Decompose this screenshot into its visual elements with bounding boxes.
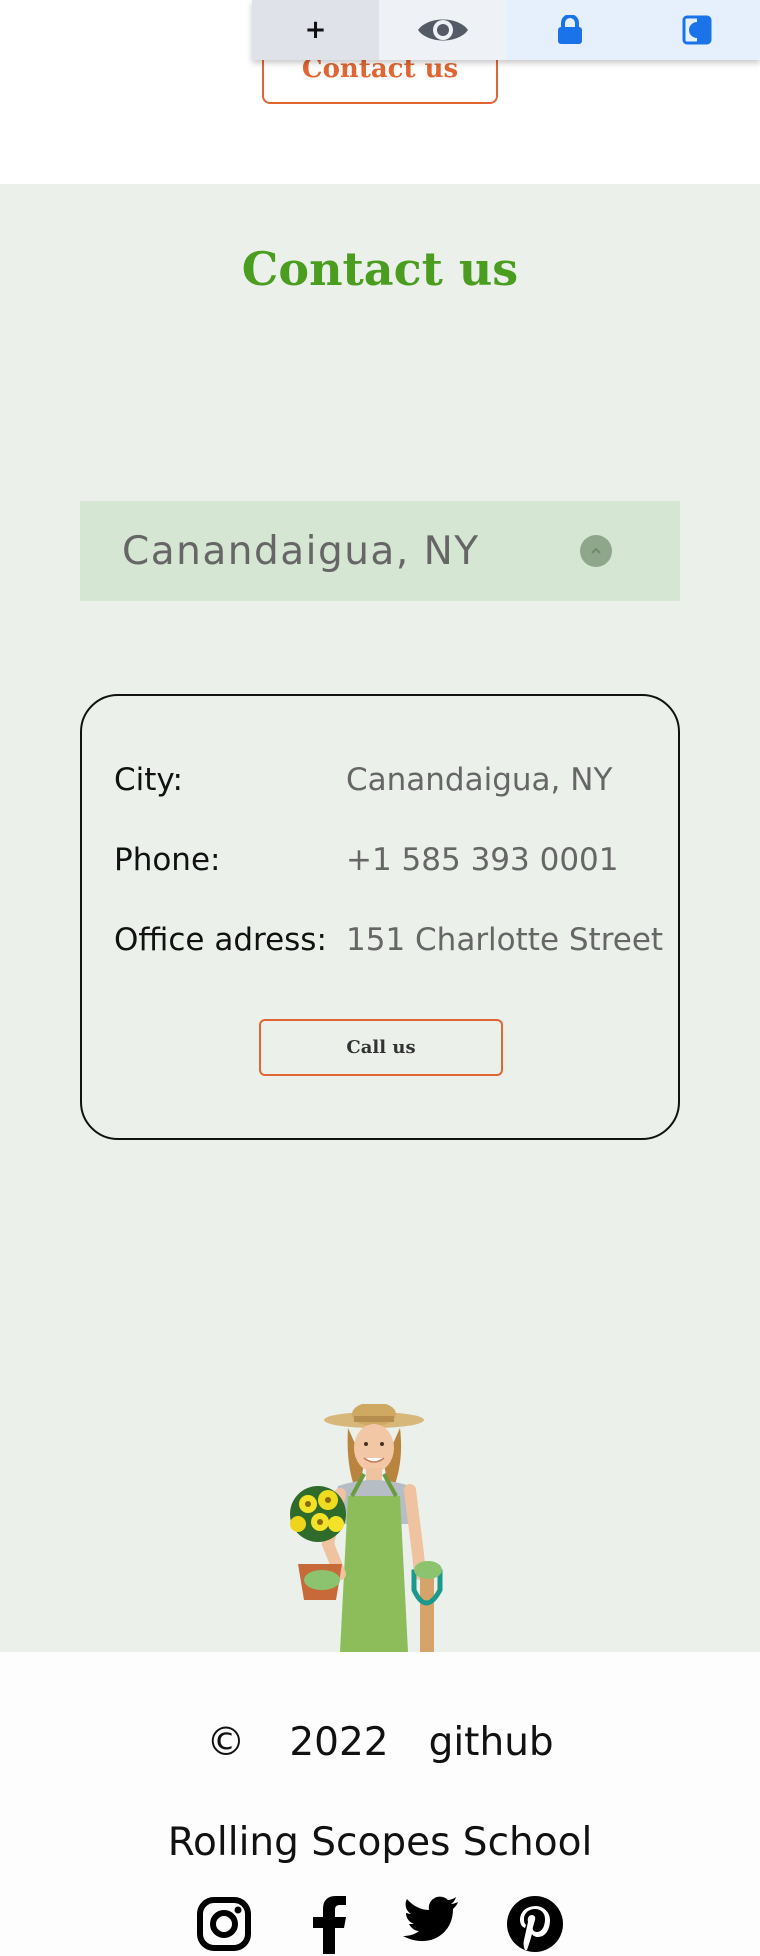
twitter-icon [403,1896,458,1942]
phone-label: Phone: [114,842,221,878]
office-row: Office adress: 151 Charlotte Street [114,922,663,958]
toolbar-contrast-button[interactable] [633,0,760,60]
toolbar-eye-button[interactable] [379,0,506,60]
office-value: 151 Charlotte Street [346,922,664,958]
contact-section: Contact us Canandaigua, NY City: Cananda… [0,184,760,1652]
facebook-icon [313,1896,346,1954]
phone-row: Phone: +1 585 393 0001 [114,842,619,878]
section-title: Contact us [241,242,519,296]
contact-info-card: City: Canandaigua, NY Phone: +1 585 393 … [80,694,680,1140]
facebook-link[interactable] [300,1896,358,1954]
call-us-button[interactable]: Call us [259,1019,503,1076]
footer: © 2022 github Rolling Scopes School [0,1652,760,1956]
city-row: City: Canandaigua, NY [114,762,612,798]
contrast-icon [682,15,711,45]
pinterest-link[interactable] [506,1896,564,1954]
city-label: City: [114,762,183,798]
chevron-up-icon[interactable] [580,535,612,567]
accessibility-toolbar: + [252,0,760,60]
toolbar-plus-button[interactable]: + [252,0,379,60]
school-link[interactable]: Rolling Scopes School [0,1820,760,1865]
pinterest-icon [507,1896,563,1952]
city-select[interactable]: Canandaigua, NY [80,501,680,601]
instagram-icon [197,1897,251,1951]
lock-icon [557,15,582,44]
office-label: Office adress: [114,922,327,958]
social-links [0,1896,760,1956]
eye-icon [417,19,468,41]
city-select-value: Canandaigua, NY [122,528,480,574]
twitter-link[interactable] [402,1896,460,1954]
city-value: Canandaigua, NY [346,762,613,798]
footer-credits: © 2022 github [0,1720,760,1765]
copyright-symbol: © [206,1720,246,1765]
instagram-link[interactable] [195,1896,253,1954]
gardener-image [290,1404,443,1652]
copyright-year: 2022 [289,1720,389,1765]
github-link[interactable]: github [429,1720,554,1765]
toolbar-lock-button[interactable] [506,0,633,60]
phone-value: +1 585 393 0001 [346,842,619,878]
plus-icon: + [304,15,327,45]
